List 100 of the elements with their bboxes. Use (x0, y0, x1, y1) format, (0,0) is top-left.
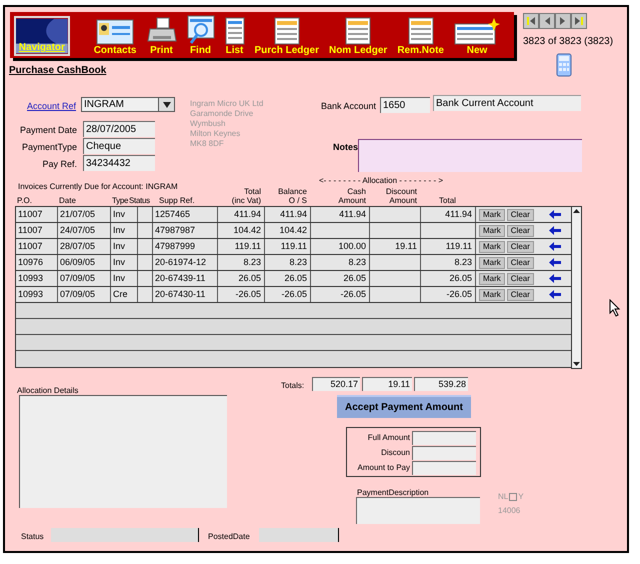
scroll-down-icon (572, 360, 581, 368)
table-cell: 26.05 (218, 271, 265, 286)
row-button[interactable]: Mark (479, 240, 505, 252)
total-field: 539.28 (414, 377, 468, 391)
table-cell: 10976 (16, 255, 58, 270)
text-field[interactable]: Bank Current Account (433, 95, 581, 111)
address-line: MK8 8DF (190, 139, 225, 149)
previous-record-button[interactable] (539, 13, 555, 29)
new-document-icon (454, 17, 500, 45)
field-label: Pay Ref. (41, 158, 77, 171)
account-dropdown[interactable]: INGRAM (81, 97, 175, 112)
field-label: PostedDate (208, 531, 250, 543)
amount-field[interactable] (412, 431, 476, 445)
toolbar-button[interactable]: List (224, 17, 244, 56)
table-cell: 20-67430-11 (153, 287, 218, 302)
address-line: Wymbush (190, 119, 226, 129)
toolbar-button[interactable]: Contacts (94, 19, 136, 56)
column-header: Status (129, 196, 150, 205)
toolbar-button[interactable]: Purch Ledger (254, 17, 319, 56)
text-field[interactable]: 1650 (380, 97, 430, 113)
last-arrow-icon (574, 16, 584, 26)
row-button[interactable]: Clear (506, 256, 534, 268)
table-cell: 119.11 (218, 239, 265, 254)
card-icon (96, 19, 134, 45)
magnifier-icon (186, 15, 214, 45)
text-field[interactable]: 34234432 (83, 155, 155, 171)
row-button[interactable]: Clear (506, 240, 534, 252)
table-cell: 11007 (16, 239, 58, 254)
row-button[interactable]: Mark (479, 224, 505, 236)
left-arrow-icon (549, 210, 561, 219)
toolbar-button[interactable]: Rem.Note (397, 17, 444, 56)
scrollbar[interactable] (571, 206, 582, 369)
checkbox[interactable] (509, 493, 518, 501)
accept-payment-button[interactable]: Accept Payment Amount (337, 395, 471, 418)
field-label: PaymentDescription (357, 487, 429, 499)
row-button[interactable]: Clear (506, 224, 534, 236)
table-cell: Inv (111, 223, 138, 238)
amount-field[interactable] (412, 461, 476, 475)
table-cell: 26.05 (421, 271, 476, 286)
table-cell: 20-67439-11 (153, 271, 218, 286)
field-label: Status (21, 531, 44, 543)
toolbar-button[interactable]: Nom Ledger (328, 17, 388, 56)
table-cell: 411.94 (421, 207, 476, 222)
table-cell: -26.05 (218, 287, 265, 302)
column-header: P.O. (17, 196, 32, 205)
table-cell: Inv (111, 271, 138, 286)
table-cell: 100.00 (311, 239, 370, 254)
row-button[interactable]: Clear (506, 208, 534, 220)
column-header: Type (112, 196, 128, 205)
column-header: Discount (386, 187, 417, 196)
payment-description-field[interactable] (356, 497, 480, 524)
toolbar-button[interactable]: New (454, 17, 500, 56)
row-button[interactable]: Mark (479, 256, 505, 268)
toolbar-button[interactable]: Find (186, 15, 214, 56)
table-cell: 47987987 (153, 223, 218, 238)
page-title: Purchase CashBook (9, 64, 106, 78)
row-button[interactable]: Mark (479, 288, 505, 300)
column-header: Supp Ref. (159, 196, 195, 205)
table-cell: Inv (111, 239, 138, 254)
table-cell: 20-61974-12 (153, 255, 218, 270)
next-record-button[interactable] (555, 13, 571, 29)
table-cell: 8.23 (265, 255, 311, 270)
first-record-button[interactable] (523, 13, 539, 29)
field-label: Full Amount (368, 432, 410, 444)
field-label: Amount to Pay (358, 462, 410, 474)
row-button[interactable]: Mark (479, 272, 505, 284)
address-line: Milton Keynes (190, 129, 242, 139)
column-header: Amount (338, 196, 366, 205)
table-cell: 10993 (16, 287, 58, 302)
table-cell: 47987999 (153, 239, 218, 254)
table-cell: Inv (111, 207, 138, 222)
left-arrow-icon (549, 242, 561, 251)
ledger-icon (274, 17, 300, 45)
left-arrow-icon (549, 290, 561, 299)
toolbar-button[interactable]: Print (146, 17, 176, 56)
table-cell: 21/07/05 (58, 207, 111, 222)
text-field[interactable]: Cheque (83, 138, 155, 154)
table-cell: 26.05 (265, 271, 311, 286)
row-button[interactable]: Mark (479, 208, 505, 220)
left-arrow-icon (549, 274, 561, 283)
allocation-details-field[interactable] (19, 395, 227, 508)
row-button[interactable]: Clear (506, 272, 534, 284)
table-cell: 119.11 (421, 239, 476, 254)
account-ref-link[interactable]: Account Ref (27, 100, 76, 114)
table-cell: 11007 (16, 223, 58, 238)
last-record-button[interactable] (571, 13, 587, 29)
field-label: Bank Account (321, 100, 376, 113)
table-cell: 411.94 (311, 207, 370, 222)
column-header: Date (59, 196, 76, 205)
row-button[interactable]: Clear (506, 288, 534, 300)
table-cell: 411.94 (218, 207, 265, 222)
account-code: 14006 (498, 505, 520, 517)
table-caption: Invoices Currently Due for Account: INGRAM (18, 181, 178, 193)
notes-field[interactable] (358, 139, 582, 172)
text-field[interactable]: 28/07/2005 (83, 121, 155, 137)
flag-label: NL (498, 491, 508, 503)
table-cell: 104.42 (218, 223, 265, 238)
column-header: O / S (288, 196, 307, 205)
address-line: Garamonde Drive (190, 109, 254, 119)
amount-field[interactable] (412, 446, 476, 460)
